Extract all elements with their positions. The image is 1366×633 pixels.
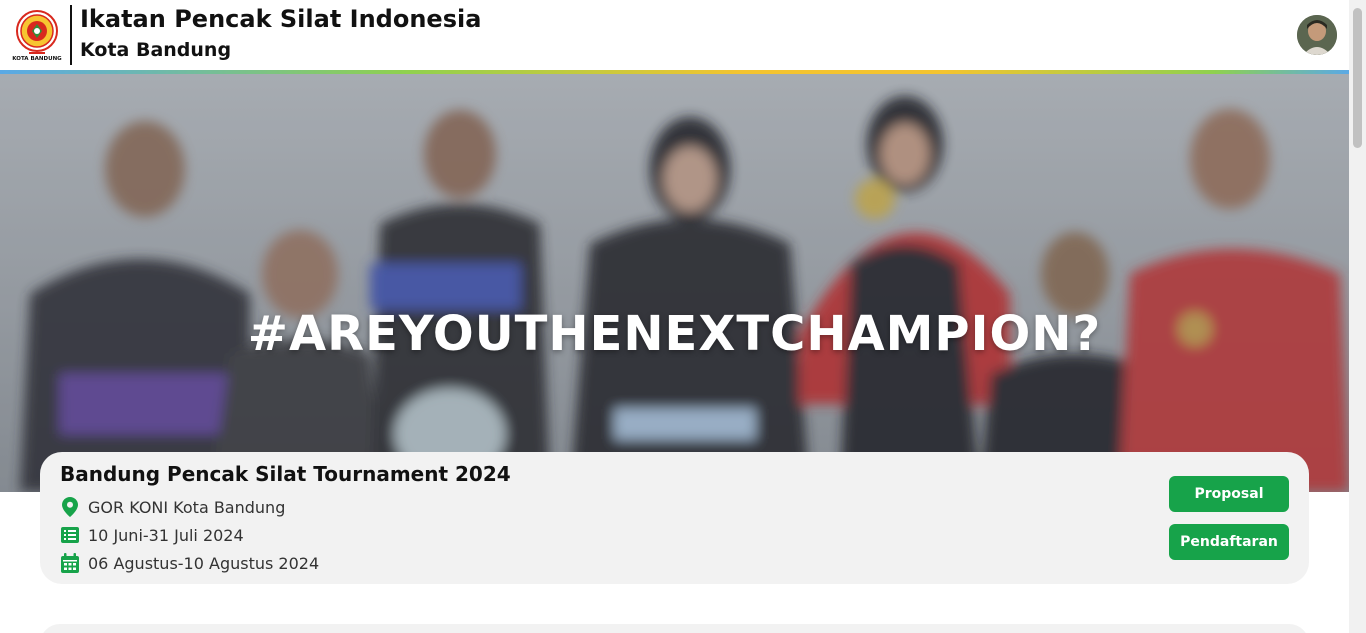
event-date-row: 06 Agustus-10 Agustus 2024 bbox=[60, 552, 319, 574]
org-name: Ikatan Pencak Silat Indonesia bbox=[80, 5, 482, 33]
map-pin-icon bbox=[60, 497, 80, 517]
scrollbar-thumb[interactable] bbox=[1353, 8, 1362, 148]
header-divider bbox=[70, 5, 72, 65]
site-header: KOTA BANDUNG Ikatan Pencak Silat Indones… bbox=[0, 0, 1349, 70]
event-registration-period: 10 Juni-31 Juli 2024 bbox=[88, 525, 244, 545]
event-card: Bandung Pencak Silat Tournament 2024 GOR… bbox=[40, 452, 1309, 584]
event-venue-row: GOR KONI Kota Bandung bbox=[60, 496, 285, 518]
ipsi-logo[interactable]: KOTA BANDUNG bbox=[10, 8, 64, 62]
page-scrollbar[interactable] bbox=[1349, 0, 1366, 633]
event-title: Bandung Pencak Silat Tournament 2024 bbox=[60, 462, 511, 486]
svg-text:KOTA BANDUNG: KOTA BANDUNG bbox=[12, 56, 62, 62]
calendar-icon bbox=[60, 553, 80, 573]
event-dates: 06 Agustus-10 Agustus 2024 bbox=[88, 553, 320, 573]
hero-photo bbox=[0, 74, 1349, 492]
org-city: Kota Bandung bbox=[80, 39, 232, 61]
list-icon bbox=[60, 525, 80, 545]
user-avatar[interactable] bbox=[1297, 15, 1337, 55]
event-venue: GOR KONI Kota Bandung bbox=[88, 497, 286, 517]
page: KOTA BANDUNG Ikatan Pencak Silat Indones… bbox=[0, 0, 1366, 633]
next-event-card bbox=[40, 624, 1309, 633]
register-button[interactable]: Pendaftaran bbox=[1169, 524, 1289, 560]
hero-title: #AREYOUTHENEXTCHAMPION? bbox=[247, 306, 1102, 362]
proposal-button[interactable]: Proposal bbox=[1169, 476, 1289, 512]
event-registration-row: 10 Juni-31 Juli 2024 bbox=[60, 524, 244, 546]
hero-banner: #AREYOUTHENEXTCHAMPION? bbox=[0, 74, 1349, 492]
